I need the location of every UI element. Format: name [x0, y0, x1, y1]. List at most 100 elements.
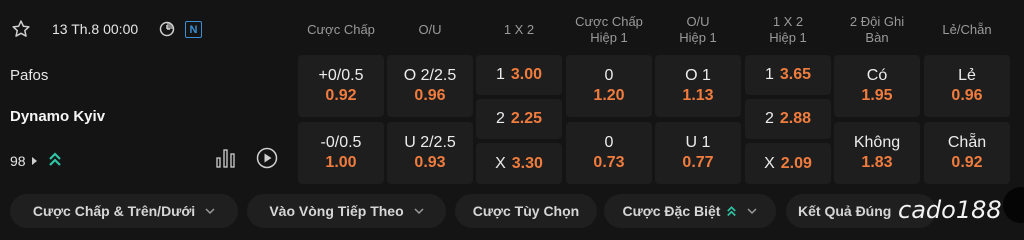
- header-line1: 2 Đội Ghi: [849, 14, 905, 29]
- odds-cell-under[interactable]: U 2/2.5 0.93: [387, 122, 473, 184]
- odds-price: 3.00: [510, 66, 543, 83]
- header-line2: Hiệp 1: [769, 30, 807, 45]
- odds-cell-handicap-h1-away[interactable]: 0 0.73: [566, 122, 652, 184]
- odds-price: 3.30: [511, 154, 543, 172]
- odds-price: 2.88: [779, 110, 812, 127]
- odds-price: 1.95: [861, 87, 893, 104]
- match-datetime: 13 Th.8 00:00: [52, 21, 139, 37]
- odds-line: Lẻ: [958, 67, 976, 84]
- neutral-badge: N: [185, 21, 202, 38]
- header-1x2-h1: 1 X 2 Hiệp 1: [745, 13, 831, 47]
- odds-line: O 1: [685, 67, 711, 84]
- odds-cell-over-h1[interactable]: O 1 1.13: [655, 55, 741, 117]
- odds-line: X: [495, 154, 506, 172]
- odds-cell-handicap-home[interactable]: +0/0.5 0.92: [298, 55, 384, 117]
- odds-price: 0.96: [414, 87, 446, 104]
- chevron-down-icon: [747, 208, 757, 215]
- odds-line: Chẵn: [947, 134, 987, 151]
- odds-line: U 2/2.5: [404, 134, 456, 151]
- play-icon[interactable]: [256, 147, 278, 169]
- odds-cell-even[interactable]: Chẵn 0.92: [924, 122, 1010, 184]
- odds-price: 0.77: [682, 154, 714, 171]
- odds-price: 0.92: [325, 87, 357, 104]
- odds-price: 0.96: [951, 87, 983, 104]
- odds-price: 1.13: [682, 87, 714, 104]
- header-odd-even: Lẻ/Chẵn: [924, 13, 1010, 47]
- double-chevron-up-icon: [48, 151, 62, 170]
- filter-next-round[interactable]: Vào Vòng Tiếp Theo: [247, 194, 446, 228]
- bar-chart-icon[interactable]: [215, 148, 237, 168]
- odds-line: 0: [604, 134, 614, 151]
- odds-line: 2: [764, 110, 774, 127]
- chevron-down-icon: [205, 208, 215, 215]
- header-over-under-h1: O/U Hiệp 1: [655, 13, 741, 47]
- header-line2: Hiệp 1: [590, 30, 628, 45]
- odds-cell-handicap-away[interactable]: -0/0.5 1.00: [298, 122, 384, 184]
- away-team-name: Dynamo Kyiv: [10, 108, 106, 125]
- header-line1: 1 X 2: [503, 22, 535, 37]
- clock-icon: [158, 20, 176, 38]
- odds-cell-1x2-home[interactable]: 1 3.00: [476, 55, 562, 95]
- header-over-under: O/U: [387, 13, 473, 47]
- filter-label: Cược Chấp & Trên/Dưới: [32, 203, 196, 219]
- header-handicap: Cược Chấp: [298, 13, 384, 47]
- odds-cell-btts-yes[interactable]: Có 1.95: [834, 55, 920, 117]
- odds-cell-over[interactable]: O 2/2.5 0.96: [387, 55, 473, 117]
- odds-cell-1x2-draw[interactable]: X 3.30: [476, 143, 562, 184]
- odds-cell-under-h1[interactable]: U 1 0.77: [655, 122, 741, 184]
- header-line1: Cược Chấp: [575, 14, 643, 29]
- filter-label: Cược Tùy Chọn: [472, 203, 580, 219]
- odds-price: 0.92: [951, 154, 983, 171]
- home-team-name: Pafos: [10, 67, 49, 84]
- odds-price: 2.25: [510, 110, 543, 127]
- odds-price: 3.65: [779, 66, 812, 83]
- odds-line: 0: [604, 67, 614, 84]
- caret-right-icon: [31, 153, 38, 169]
- odds-price: 1.20: [593, 87, 625, 104]
- odds-line: 2: [495, 110, 505, 127]
- scroll-right-button[interactable]: [1003, 187, 1024, 223]
- odds-cell-btts-no[interactable]: Không 1.83: [834, 122, 920, 184]
- odds-line: X: [764, 154, 775, 172]
- odds-line: Có: [866, 67, 888, 84]
- favorite-star-icon[interactable]: [10, 18, 32, 40]
- odds-cell-1x2-h1-home[interactable]: 1 3.65: [745, 55, 831, 95]
- header-line2: Bàn: [865, 30, 889, 45]
- odds-cell-1x2-h1-away[interactable]: 2 2.88: [745, 99, 831, 139]
- filter-label: Vào Vòng Tiếp Theo: [269, 203, 404, 219]
- more-markets-count[interactable]: 98: [10, 151, 62, 170]
- market-count-label: 98: [10, 152, 26, 169]
- odds-price: 0.93: [414, 154, 446, 171]
- odds-line: Không: [853, 134, 901, 151]
- odds-line: 1: [495, 66, 505, 83]
- odds-price: 2.09: [780, 154, 812, 172]
- odds-cell-1x2-h1-draw[interactable]: X 2.09: [745, 143, 831, 184]
- odds-price: 0.73: [593, 154, 625, 171]
- header-handicap-h1: Cược Chấp Hiệp 1: [566, 13, 652, 47]
- watermark-logo: cado188: [898, 196, 1002, 224]
- filter-custom-bets[interactable]: Cược Tùy Chọn: [455, 194, 597, 228]
- odds-line: O 2/2.5: [403, 67, 457, 84]
- header-line2: Hiệp 1: [679, 30, 717, 45]
- double-chevron-up-icon: [727, 206, 737, 217]
- header-line1: O/U: [418, 22, 442, 37]
- header-line1: 1 X 2: [772, 14, 804, 29]
- header-line1: O/U: [686, 14, 710, 29]
- chevron-down-icon: [414, 208, 424, 215]
- odds-cell-handicap-h1-home[interactable]: 0 1.20: [566, 55, 652, 117]
- odds-price: 1.83: [861, 154, 893, 171]
- odds-line: -0/0.5: [320, 134, 362, 151]
- odds-line: +0/0.5: [318, 67, 364, 84]
- odds-cell-odd[interactable]: Lẻ 0.96: [924, 55, 1010, 117]
- header-both-teams-score: 2 Đội Ghi Bàn: [834, 13, 920, 47]
- odds-line: 1: [764, 66, 774, 83]
- header-1x2: 1 X 2: [476, 13, 562, 47]
- header-line1: Cược Chấp: [307, 22, 375, 37]
- filter-special-bets[interactable]: Cược Đặc Biệt: [604, 194, 776, 228]
- odds-cell-1x2-away[interactable]: 2 2.25: [476, 99, 562, 139]
- odds-line: U 1: [685, 134, 711, 151]
- filter-label: Cược Đặc Biệt: [622, 203, 721, 219]
- filter-handicap-over-under[interactable]: Cược Chấp & Trên/Dưới: [10, 194, 238, 228]
- odds-price: 1.00: [325, 154, 357, 171]
- header-line1: Lẻ/Chẵn: [942, 22, 992, 37]
